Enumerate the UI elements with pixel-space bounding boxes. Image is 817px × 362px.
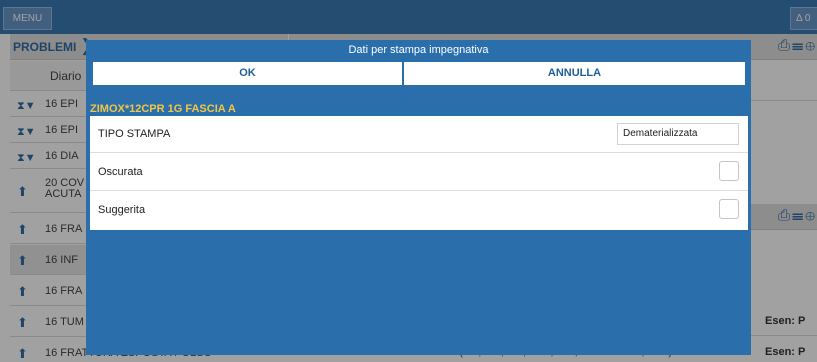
ok-button[interactable]: OK [93, 62, 402, 85]
print-type-select[interactable]: Dematerializzata [617, 123, 739, 145]
obscured-row: Oscurata [90, 154, 748, 191]
app: MENU Δ 0 PROBLEMI ❯ Diario ⧗▼ 16 EPI ⧗▼ … [0, 0, 817, 362]
print-data-dialog: Dati per stampa impegnativa OK ANNULLA Z… [86, 40, 751, 355]
suggested-label: Suggerita [98, 204, 146, 216]
print-type-label: TIPO STAMPA [98, 128, 171, 140]
dialog-title: Dati per stampa impegnativa [348, 44, 489, 56]
obscured-label: Oscurata [98, 166, 143, 178]
suggested-checkbox[interactable] [719, 199, 739, 219]
suggested-row: Suggerita [90, 192, 748, 229]
print-options-form: TIPO STAMPA Dematerializzata Oscurata Su… [90, 116, 748, 230]
print-type-row: TIPO STAMPA Dematerializzata [90, 116, 748, 153]
drug-name: ZIMOX*12CPR 1G FASCIA A [90, 103, 236, 115]
cancel-button[interactable]: ANNULLA [404, 62, 745, 85]
obscured-checkbox[interactable] [719, 161, 739, 181]
